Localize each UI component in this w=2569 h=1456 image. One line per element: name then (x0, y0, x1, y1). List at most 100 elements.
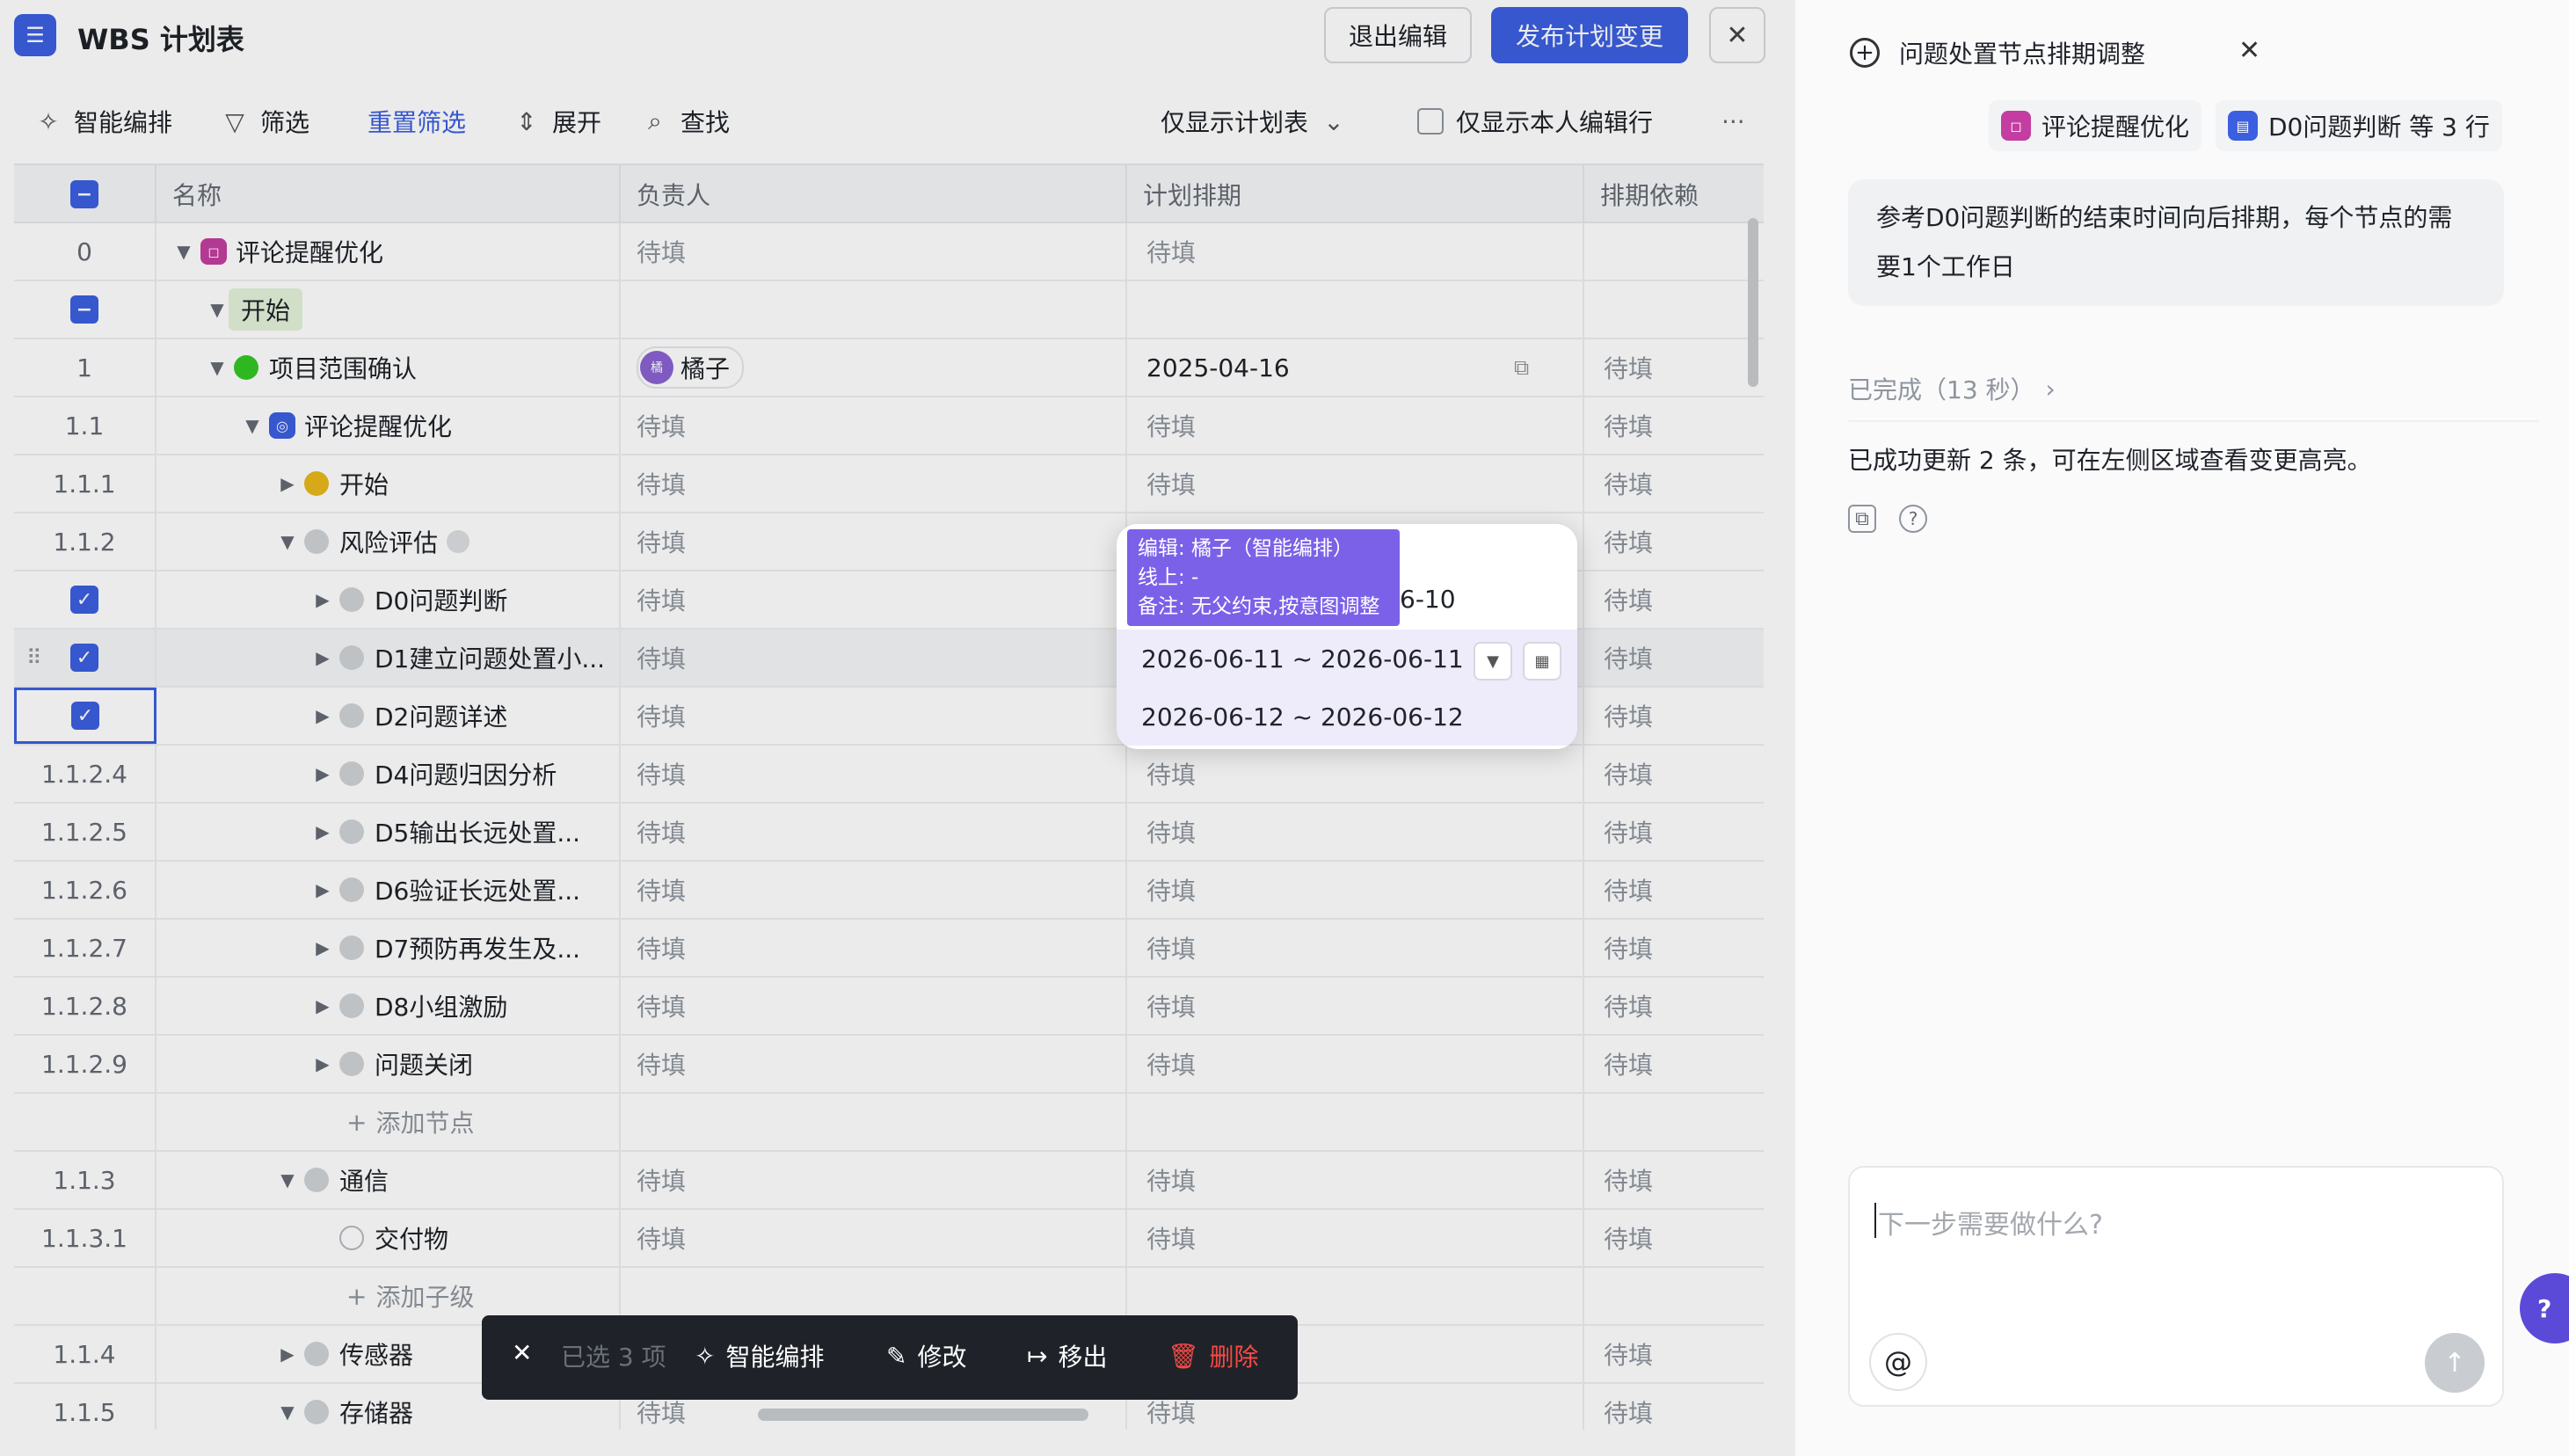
dependency-cell[interactable]: 待填 (1584, 1152, 1764, 1208)
plan-cell[interactable]: 待填 (1127, 862, 1584, 918)
close-icon[interactable]: ✕ (2238, 35, 2260, 66)
name-cell[interactable]: ▶ D4问题归因分析 (156, 746, 621, 802)
caret-down-icon[interactable]: ▼ (206, 357, 229, 378)
plan-cell[interactable]: 待填 (1127, 1210, 1584, 1266)
plan-cell[interactable]: 待填 (1127, 1152, 1584, 1208)
owner-cell[interactable]: 待填 (621, 455, 1127, 512)
owner-chip[interactable]: 橘 橘子 (637, 346, 745, 389)
name-cell[interactable]: ▶ D7预防再发生及... (156, 920, 621, 976)
name-cell[interactable]: ▶ D5输出长远处置... (156, 804, 621, 860)
dependency-cell[interactable]: 待填 (1584, 455, 1764, 512)
table-row[interactable]: 1.1 ▼ ◎ 评论提醒优化 待填 待填 待填 (14, 397, 1764, 455)
plan-cell[interactable]: 待填 (1127, 223, 1584, 280)
owner-cell[interactable]: 待填 (621, 862, 1127, 918)
table-row[interactable]: 1.1.2.7 ▶ D7预防再发生及... 待填 待填 待填 (14, 920, 1764, 978)
table-row[interactable]: 1.1.2.4 ▶ D4问题归因分析 待填 待填 待填 (14, 746, 1764, 804)
table-row[interactable]: − ▼ 开始 (14, 281, 1764, 339)
context-chip-project[interactable]: ◻ 评论提醒优化 (1989, 100, 2202, 151)
name-cell[interactable]: ▶ 开始 (156, 455, 621, 512)
row-select-cell[interactable]: ⠿ ✓ (14, 630, 156, 686)
dependency-cell[interactable]: 待填 (1584, 862, 1764, 918)
dependency-cell[interactable] (1584, 223, 1764, 280)
table-row[interactable]: 1.1.3.1 交付物 待填 待填 待填 (14, 1210, 1764, 1268)
select-all-checkbox[interactable]: − (70, 180, 98, 208)
plan-cell[interactable] (1127, 281, 1584, 338)
dependency-cell[interactable]: 待填 (1584, 1326, 1764, 1382)
help-icon[interactable]: ? (1899, 505, 1927, 533)
caret-right-icon[interactable]: ▶ (311, 647, 334, 668)
more-icon[interactable]: ··· (1721, 104, 1745, 139)
delete-action[interactable]: 🗑 删除 (1168, 1338, 1259, 1373)
caret-down-icon[interactable]: ▼ (172, 241, 195, 262)
publish-changes-button[interactable]: 发布计划变更 (1491, 7, 1688, 63)
dependency-cell[interactable]: 待填 (1584, 1384, 1764, 1430)
drag-handle-icon[interactable]: ⠿ (26, 645, 42, 670)
only-mine-checkbox[interactable] (1417, 108, 1444, 135)
completed-toggle[interactable]: 已完成（13 秒） › (1848, 371, 2056, 406)
row-checkbox-checked[interactable]: ✓ (70, 644, 98, 672)
column-header-plan[interactable]: 计划排期 (1127, 165, 1584, 223)
plan-cell[interactable]: 待填 (1127, 455, 1584, 512)
chat-input-box[interactable]: 下一步需要做什么? @ ↑ (1848, 1166, 2504, 1407)
modify-action[interactable]: ✎ 修改 (886, 1338, 966, 1373)
caret-right-icon[interactable]: ▶ (311, 937, 334, 958)
view-select[interactable]: 仅显示计划表 ⌄ (1161, 104, 1347, 139)
add-circle-icon[interactable]: + (1850, 38, 1880, 68)
dependency-cell[interactable]: 待填 (1584, 571, 1764, 628)
name-cell[interactable]: 交付物 (156, 1210, 621, 1266)
table-row[interactable]: 1.1.2.5 ▶ D5输出长远处置... 待填 待填 待填 (14, 804, 1764, 862)
plan-cell[interactable]: 待填 (1127, 746, 1584, 802)
table-row[interactable]: 0 ▼ ◻ 评论提醒优化 待填 待填 (14, 223, 1764, 281)
dependency-cell[interactable]: 待填 (1584, 746, 1764, 802)
table-row[interactable]: 1.1.2.8 ▶ D8小组激励 待填 待填 待填 (14, 978, 1764, 1036)
move-out-action[interactable]: ↦ 移出 (1027, 1338, 1107, 1373)
link-icon[interactable] (447, 530, 470, 553)
mention-button[interactable]: @ (1869, 1333, 1927, 1391)
reset-filter-button[interactable]: 重置筛选 (368, 104, 466, 139)
row-checkbox-checked[interactable]: ✓ (70, 586, 98, 614)
close-icon[interactable]: ✕ (1709, 7, 1765, 63)
only-mine-toggle[interactable]: 仅显示本人编辑行 (1417, 104, 1653, 139)
name-cell[interactable]: ▶ D6验证长远处置... (156, 862, 621, 918)
dependency-cell[interactable]: 待填 (1584, 630, 1764, 686)
plan-cell[interactable]: 待填 (1127, 978, 1584, 1034)
owner-cell[interactable]: 待填 (621, 1210, 1127, 1266)
owner-cell[interactable]: 待填 (621, 1036, 1127, 1092)
column-header-name[interactable]: 名称 (156, 165, 621, 223)
table-row[interactable]: 1.1.2.6 ▶ D6验证长远处置... 待填 待填 待填 (14, 862, 1764, 920)
close-icon[interactable]: ✕ (512, 1338, 532, 1367)
plan-cell[interactable]: 待填 (1127, 1036, 1584, 1092)
name-cell[interactable]: ▼ ◻ 评论提醒优化 (156, 223, 621, 280)
caret-right-icon[interactable]: ▶ (311, 879, 334, 900)
column-header-dependency[interactable]: 排期依赖 (1584, 165, 1764, 223)
caret-right-icon[interactable]: ▶ (276, 473, 299, 494)
caret-right-icon[interactable]: ▶ (311, 589, 334, 610)
owner-cell[interactable]: 待填 (621, 804, 1127, 860)
caret-right-icon[interactable]: ▶ (311, 821, 334, 842)
dropdown-arrow-icon[interactable]: ▼ (1474, 642, 1512, 681)
owner-cell[interactable]: 待填 (621, 1152, 1127, 1208)
row-select-cell[interactable]: ✓ (14, 571, 156, 628)
smart-arrange-button[interactable]: ✧ 智能编排 (35, 104, 172, 139)
owner-cell[interactable]: 待填 (621, 920, 1127, 976)
owner-cell[interactable]: 待填 (621, 978, 1127, 1034)
context-chip-rows[interactable]: ▤ D0问题判断 等 3 行 (2216, 100, 2502, 151)
plan-value-d1[interactable]: 2026-06-11 ~ 2026-06-11 ▼ ▦ (1117, 630, 1577, 688)
name-cell[interactable]: ▶ D0问题判断 (156, 571, 621, 628)
caret-down-icon[interactable]: ▼ (276, 1169, 299, 1190)
filter-button[interactable]: ▽ 筛选 (222, 104, 309, 139)
dependency-cell[interactable]: 待填 (1584, 513, 1764, 570)
name-cell[interactable]: ▼ 风险评估 (156, 513, 621, 570)
dependency-cell[interactable]: 待填 (1584, 688, 1764, 744)
caret-down-icon[interactable]: ▼ (241, 415, 264, 436)
caret-right-icon[interactable]: ▶ (311, 1053, 334, 1074)
owner-cell[interactable] (621, 281, 1127, 338)
owner-cell[interactable]: 待填 (621, 223, 1127, 280)
dependency-cell[interactable] (1584, 281, 1764, 338)
caret-down-icon[interactable]: ▼ (276, 1401, 299, 1423)
caret-down-icon[interactable]: ▼ (206, 299, 229, 320)
caret-right-icon[interactable]: ▶ (311, 763, 334, 784)
expand-button[interactable]: ⇕ 展开 (513, 104, 601, 139)
dependency-cell[interactable]: 待填 (1584, 1036, 1764, 1092)
column-header-owner[interactable]: 负责人 (621, 165, 1127, 223)
